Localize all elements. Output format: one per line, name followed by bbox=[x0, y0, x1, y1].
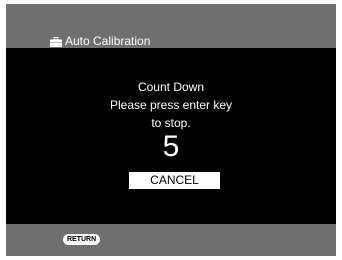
title-bar: Auto Calibration bbox=[6, 4, 336, 48]
return-button[interactable]: RETURN bbox=[63, 234, 101, 245]
screen-title-text: Auto Calibration bbox=[65, 34, 151, 48]
calibration-screen: Auto Calibration Count Down Please press… bbox=[6, 4, 336, 256]
countdown-heading: Count Down bbox=[137, 80, 205, 94]
screen-title: Auto Calibration bbox=[50, 35, 150, 48]
toolbox-icon bbox=[50, 36, 62, 47]
countdown-number: 5 bbox=[162, 130, 180, 163]
footer-bar: RETURN bbox=[6, 224, 336, 256]
instruction-line-1: Please press enter key bbox=[109, 98, 233, 112]
instruction-line-2: to stop. bbox=[151, 116, 191, 130]
cancel-button[interactable]: CANCEL bbox=[129, 172, 220, 189]
countdown-dialog: Count Down Please press enter key to sto… bbox=[6, 48, 336, 224]
